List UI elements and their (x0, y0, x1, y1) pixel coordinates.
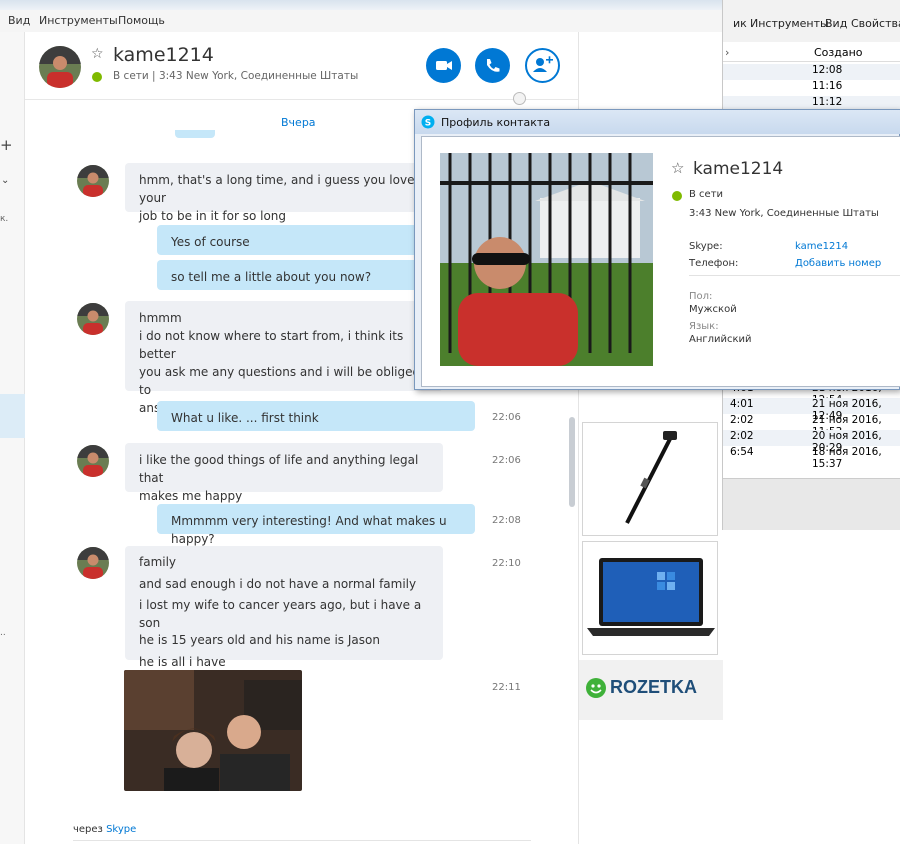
rozetka-brand: ROZETKA (610, 677, 697, 697)
profile-status: В сети (689, 189, 724, 200)
laptop-image (587, 558, 715, 636)
sidebar-truncated-dots: .. (0, 628, 6, 638)
message-bubble-outgoing[interactable]: so tell me a little about you now? (157, 260, 443, 290)
profile-photo (440, 153, 653, 366)
language-label: Язык: (689, 321, 719, 332)
profile-dialog-title: Профиль контакта (441, 116, 551, 129)
menu-view[interactable]: Вид (8, 14, 30, 27)
bg-menubar: ик Инструменты Вид Свойства (723, 12, 900, 34)
bg-status-area (723, 478, 900, 530)
main-menubar: Вид Инструменты Помощь (0, 10, 722, 32)
message-bubble-incoming[interactable]: family and sad enough i do not have a no… (125, 546, 443, 669)
bg-menu-props[interactable]: Свойства (851, 17, 900, 30)
bg-row[interactable]: 2:0221 ноя 2016, 11:53 (723, 414, 900, 438)
left-sidebar-edge: + ⌄ к. .. (0, 32, 25, 844)
message-bubble-outgoing[interactable]: Mmmmm very interesting! And what makes u… (157, 504, 475, 546)
message-timestamp: 22:10 (492, 558, 521, 569)
date-divider: Вчера (281, 116, 316, 129)
bg-menu-tail[interactable]: ик (733, 17, 747, 30)
online-status-icon (92, 72, 102, 82)
audio-call-button[interactable] (475, 48, 510, 83)
phone-label: Телефон: (689, 258, 739, 269)
info-icon[interactable] (513, 92, 526, 105)
sender-avatar[interactable] (77, 547, 109, 579)
sidebar-truncated-text: к. (0, 214, 9, 224)
add-person-icon (533, 56, 553, 72)
ad-rozetka[interactable]: ROZETKA (579, 660, 723, 720)
status-text: В сети (113, 70, 149, 82)
message-timestamp: 22:06 (492, 455, 521, 466)
menu-tools[interactable]: Инструменты (39, 14, 118, 27)
contact-name: kame1214 (113, 44, 214, 66)
conversation-header: ☆ kame1214 В сети | 3:43 New York, Соеди… (25, 32, 578, 100)
contact-status-line: В сети | 3:43 New York, Соединенные Штат… (113, 70, 358, 82)
gender-label: Пол: (689, 291, 713, 302)
via-skype-footer: через Skype (73, 824, 137, 835)
profile-location: 3:43 New York, Соединенные Штаты (689, 208, 879, 219)
bg-row[interactable]: 2:02 20 ноя 2016, 20:29 (723, 430, 900, 454)
chevron-down-icon[interactable]: ⌄ (1, 175, 9, 186)
favorite-star-icon[interactable]: ☆ (91, 46, 104, 62)
monopod-image (625, 431, 677, 524)
add-icon[interactable]: + (0, 136, 13, 154)
bg-menu-view[interactable]: Вид (825, 17, 847, 30)
bg-column-header: › Создано (723, 42, 900, 62)
bg-menu-tools[interactable]: Инструменты (750, 17, 829, 30)
skype-id-value[interactable]: kame1214 (795, 241, 848, 252)
shared-photo[interactable] (124, 670, 302, 791)
profile-divider (689, 275, 900, 276)
message-bubble-incoming[interactable]: hmmm i do not know where to start from, … (125, 301, 443, 415)
video-call-button[interactable] (426, 48, 461, 83)
bg-row[interactable]: 4:01 21 ноя 2016, 12:49 (723, 398, 900, 422)
sidebar-selected-item[interactable] (0, 394, 25, 438)
gender-value: Мужской (689, 304, 737, 315)
sender-avatar[interactable] (77, 165, 109, 197)
profile-dialog-titlebar[interactable]: S Профиль контакта (415, 110, 900, 134)
bg-row[interactable]: 11:16 (723, 80, 900, 96)
bg-row[interactable]: 12:08 (723, 64, 900, 80)
language-value: Английский (689, 334, 752, 345)
video-camera-icon (436, 61, 452, 70)
bg-col-created[interactable]: Создано (814, 46, 863, 59)
sender-avatar[interactable] (77, 445, 109, 477)
message-bubble-incoming[interactable]: hmm, that's a long time, and i guess you… (125, 163, 443, 223)
window-titlebar (0, 0, 722, 10)
profile-favorite-star-icon[interactable]: ☆ (671, 159, 684, 177)
phone-icon (487, 59, 500, 72)
profile-dialog: S Профиль контакта ☆ kame1214 В сети 3:4… (414, 109, 900, 390)
rozetka-logo-icon (586, 678, 606, 698)
profile-online-icon (672, 191, 682, 201)
profile-name: kame1214 (693, 159, 784, 179)
skype-logo-icon: S (421, 115, 435, 129)
menu-help[interactable]: Помощь (118, 14, 165, 27)
message-timestamp: 22:11 (492, 682, 521, 693)
skype-link[interactable]: Skype (106, 824, 136, 835)
ad-monopod[interactable] (582, 422, 718, 536)
add-people-button[interactable] (525, 48, 560, 83)
message-bubble-incoming[interactable]: i like the good things of life and anyth… (125, 443, 443, 503)
sender-avatar[interactable] (77, 303, 109, 335)
message-timestamp: 22:06 (492, 412, 521, 423)
ad-laptop[interactable] (582, 541, 718, 655)
message-bubble-outgoing[interactable]: Yes of course (157, 225, 443, 255)
footer-divider (73, 840, 531, 841)
chat-scrollbar-thumb[interactable] (569, 417, 575, 507)
profile-dialog-body: ☆ kame1214 В сети 3:43 New York, Соедине… (421, 136, 900, 387)
previous-message-edge (175, 130, 215, 138)
add-phone-link[interactable]: Добавить номер (795, 258, 881, 269)
contact-avatar[interactable] (39, 46, 81, 88)
status-separator: | (148, 70, 159, 82)
message-bubble-outgoing[interactable]: What u like. ... first think (157, 401, 475, 431)
svg-text:S: S (425, 119, 431, 129)
message-timestamp: 22:08 (492, 515, 521, 526)
skype-label: Skype: (689, 241, 723, 252)
location-text: 3:43 New York, Соединенные Штаты (158, 70, 359, 82)
bg-row[interactable]: 6:54 18 ноя 2016, 15:37 (723, 446, 900, 470)
desktop-blank (722, 530, 900, 844)
